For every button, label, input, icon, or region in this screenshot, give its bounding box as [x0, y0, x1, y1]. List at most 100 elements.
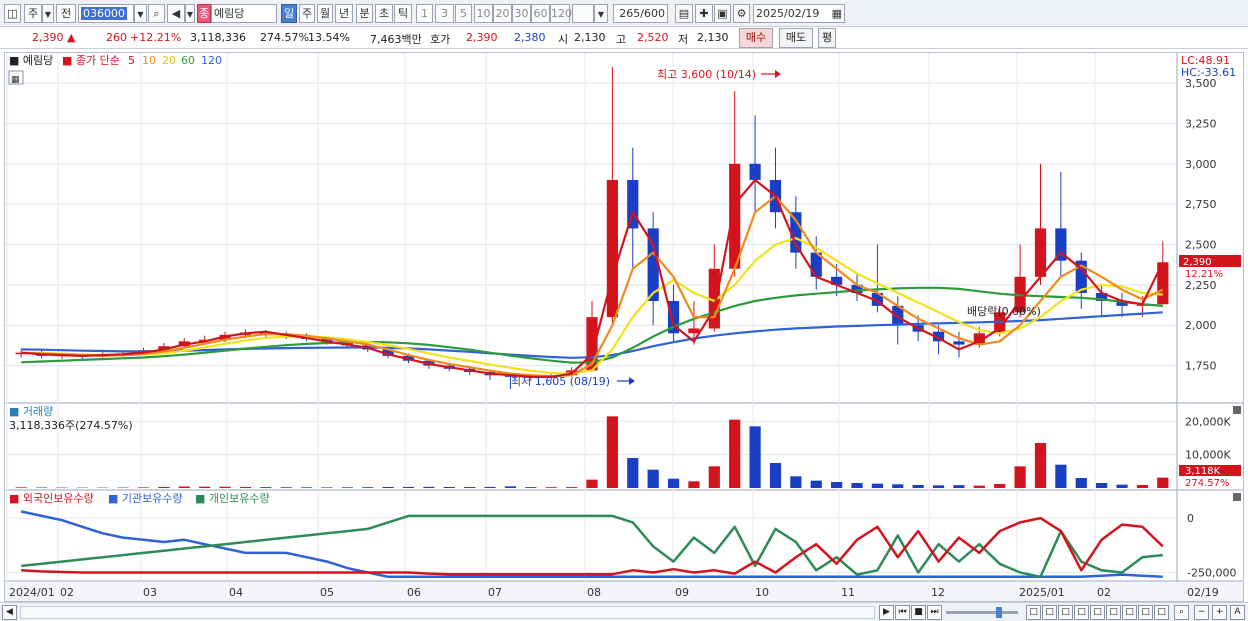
- period-minute[interactable]: 분: [356, 4, 373, 23]
- save-icon[interactable]: ▣: [714, 4, 731, 23]
- volume-bar: [219, 486, 231, 488]
- view-8-icon[interactable]: □: [1138, 605, 1153, 620]
- hc-label: HC:-33.61: [1181, 66, 1236, 79]
- minute-1[interactable]: 1: [416, 4, 433, 23]
- zoom-out-icon[interactable]: −: [1194, 605, 1209, 620]
- view-7-icon[interactable]: □: [1122, 605, 1137, 620]
- holdings-legend-institution: ■ 기관보유수량: [108, 492, 183, 505]
- high-price: 2,520: [637, 31, 669, 44]
- settings-icon[interactable]: ⚙: [733, 4, 750, 23]
- volume-bar: [790, 476, 802, 488]
- legend-ma-title: ■ 종가 단순: [62, 54, 120, 67]
- view-4-icon[interactable]: □: [1074, 605, 1089, 620]
- period-week[interactable]: 주: [299, 4, 315, 23]
- holdings-legend-foreign-label: 외국인보유수량: [23, 492, 94, 505]
- holdings-legend-institution-label: 기관보유수량: [122, 492, 183, 505]
- volume-bar: [1075, 478, 1087, 488]
- minute-5[interactable]: 5: [455, 4, 472, 23]
- market-dropdown-icon[interactable]: ▼: [42, 4, 54, 23]
- last-icon[interactable]: ⏭: [927, 605, 942, 620]
- foreign-holdings-line: [21, 516, 1164, 576]
- minute-120[interactable]: 120: [550, 4, 572, 23]
- ask-price: 2,390: [466, 31, 498, 44]
- volume-bar: [586, 479, 598, 488]
- volume-bar: [300, 487, 313, 488]
- view-9-icon[interactable]: □: [1154, 605, 1169, 620]
- period-month[interactable]: 월: [317, 4, 333, 23]
- institution-holdings-line: [20, 510, 1163, 579]
- legend-ma-title-text: 종가 단순: [76, 54, 120, 67]
- minute-3[interactable]: 3: [435, 4, 454, 23]
- count-field[interactable]: 265/600: [613, 4, 668, 23]
- volume-bar: [341, 487, 353, 488]
- view-2-icon[interactable]: □: [1042, 605, 1057, 620]
- period-day[interactable]: 일: [281, 4, 297, 23]
- zoom-slider-thumb[interactable]: [996, 607, 1002, 618]
- pane-close-icon[interactable]: [1233, 406, 1241, 414]
- search-icon[interactable]: ⌕: [148, 4, 165, 23]
- minute-dropdown-icon[interactable]: ▼: [594, 4, 608, 23]
- code-value: 036000: [81, 7, 127, 20]
- quote-bar: 2,390 ▲ 260 +12.21% 3,118,336 274.57% 13…: [0, 27, 1248, 49]
- view-3-icon[interactable]: □: [1058, 605, 1073, 620]
- font-size-icon[interactable]: A: [1230, 605, 1245, 620]
- sell-button[interactable]: 매도: [779, 28, 813, 48]
- prev-button[interactable]: 전: [56, 4, 76, 23]
- minute-60[interactable]: 60: [531, 4, 550, 23]
- high-annotation: 최고 3,600 (10/14): [657, 68, 756, 81]
- code-dropdown-icon[interactable]: ▼: [134, 4, 147, 23]
- minute-30[interactable]: 30: [512, 4, 531, 23]
- volume-bar: [545, 487, 557, 488]
- count-total: /600: [640, 7, 665, 20]
- period-second[interactable]: 초: [375, 4, 393, 23]
- volume-legend-title: 거래량: [23, 405, 53, 418]
- scroll-left-icon[interactable]: ◀: [2, 605, 17, 620]
- stock-chart[interactable]: 3,500 3,250 3,000 2,750 2,500 2,250 2,000 1,750…: [5, 53, 1243, 601]
- individual-holdings-line: [21, 514, 1163, 579]
- calendar-icon[interactable]: ▦: [832, 5, 842, 22]
- view-5-icon[interactable]: □: [1090, 605, 1105, 620]
- legend-ma10: 10: [142, 54, 156, 67]
- candle-body: [953, 341, 965, 345]
- scroll-right-icon[interactable]: ▶: [879, 605, 894, 620]
- draw-tool-icon[interactable]: ✚: [695, 4, 713, 23]
- speaker-dropdown-icon[interactable]: ▼: [185, 4, 195, 23]
- magnifier-icon[interactable]: ⌕: [1174, 605, 1189, 620]
- zoom-in-icon[interactable]: +: [1212, 605, 1227, 620]
- first-icon[interactable]: ⏮: [895, 605, 910, 620]
- period-tick[interactable]: 틱: [394, 4, 412, 23]
- volume-bar: [362, 487, 374, 488]
- date-field[interactable]: 2025/02/19 ▦: [753, 4, 845, 23]
- period-year[interactable]: 년: [335, 4, 353, 23]
- scrollbar-track[interactable]: [20, 606, 875, 619]
- layout-icon[interactable]: ◫: [4, 4, 21, 23]
- chart-area[interactable]: 3,500 3,250 3,000 2,750 2,500 2,250 2,000 1,750…: [4, 52, 1244, 602]
- zoom-slider[interactable]: [946, 611, 1018, 614]
- x-tick-label: 09: [675, 586, 689, 599]
- stock-name-field[interactable]: 예림당: [211, 4, 277, 23]
- volume-bar: [1055, 464, 1067, 488]
- speaker-icon[interactable]: ◀: [167, 4, 185, 23]
- eval-button[interactable]: 평: [818, 28, 836, 48]
- price-tick-label: 2,250: [1185, 279, 1217, 292]
- volume-bar: [912, 485, 924, 488]
- buy-button[interactable]: 매수: [739, 28, 773, 48]
- pane-close-icon[interactable]: [1233, 493, 1241, 501]
- code-input[interactable]: 036000: [78, 4, 134, 23]
- volume-bar: [1014, 466, 1026, 488]
- volume-bar: [627, 458, 639, 488]
- market-select[interactable]: 주: [24, 4, 42, 23]
- volume-bar: [973, 485, 985, 488]
- minute-custom-field[interactable]: [572, 4, 594, 23]
- volume-value: 3,118,336: [190, 31, 246, 44]
- view-6-icon[interactable]: □: [1106, 605, 1121, 620]
- stop-icon[interactable]: ■: [911, 605, 926, 620]
- view-1-icon[interactable]: □: [1026, 605, 1041, 620]
- volume-bar: [525, 487, 537, 488]
- minute-20[interactable]: 20: [493, 4, 512, 23]
- minute-10[interactable]: 10: [474, 4, 493, 23]
- x-tick-label: 04: [229, 586, 243, 599]
- x-tick-label: 2024/01: [9, 586, 55, 599]
- candle-type-icon[interactable]: ▤: [675, 4, 693, 23]
- x-tick-label: 02/19: [1187, 586, 1219, 599]
